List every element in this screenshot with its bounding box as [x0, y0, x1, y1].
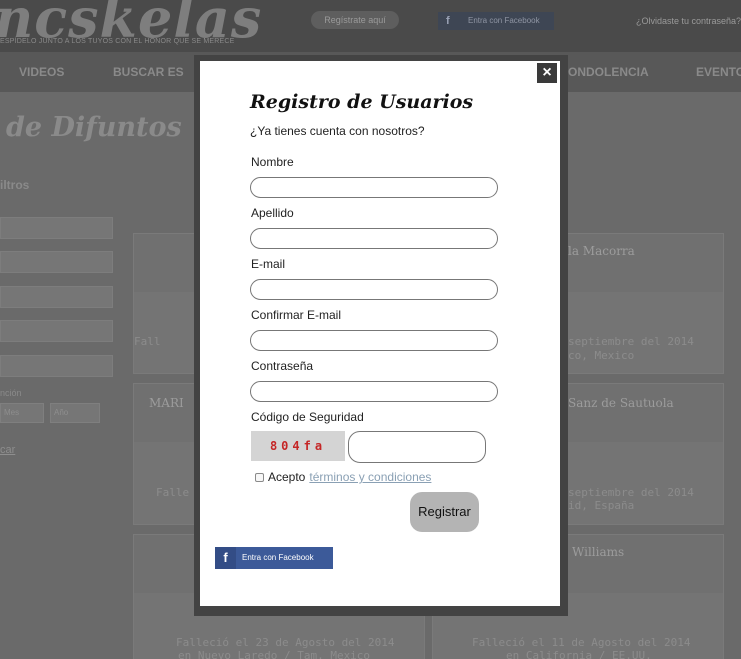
- card-name: MARI: [149, 396, 184, 410]
- filter-field[interactable]: [0, 251, 113, 273]
- register-button[interactable]: Registrar: [410, 492, 479, 532]
- card-date: septiembre del 2014: [568, 335, 694, 348]
- filter-field[interactable]: [0, 217, 113, 239]
- header-facebook-label: Entra con Facebook: [468, 16, 540, 25]
- card-name: Sanz de Sautuola: [568, 396, 674, 410]
- register-link[interactable]: Regístrate aquí: [311, 11, 399, 29]
- password-input[interactable]: [250, 381, 498, 402]
- card-place: en California / EE.UU.: [506, 649, 652, 659]
- email-label: E-mail: [251, 257, 286, 271]
- nav-item-condolencia[interactable]: ONDOLENCIA: [568, 65, 649, 79]
- card-place: en Nuevo Laredo / Tam, Mexico: [178, 649, 371, 659]
- nav-item-buscar[interactable]: BUSCAR ES: [113, 65, 184, 79]
- forgot-password-link[interactable]: ¿Olvidaste tu contraseña?: [636, 16, 741, 26]
- facebook-icon: f: [215, 547, 236, 569]
- card-date: Fall: [134, 335, 161, 348]
- header-facebook-login-button[interactable]: f Entra con Facebook: [438, 12, 554, 30]
- month-select[interactable]: Mes: [0, 403, 44, 423]
- nav-item-videos[interactable]: VIDEOS: [19, 65, 64, 79]
- captcha-input[interactable]: [348, 431, 486, 463]
- confirm-email-input[interactable]: [250, 330, 498, 351]
- year-select[interactable]: Año: [50, 403, 100, 423]
- filters-title: iltros: [0, 178, 30, 192]
- card-name: la Macorra: [568, 244, 635, 258]
- filter-label: nción: [0, 388, 22, 398]
- site-header: ncskelas ESPÍDELO JUNTO A LOS TUYOS CON …: [0, 0, 741, 52]
- filter-field[interactable]: [0, 320, 113, 342]
- terms-prefix: Acepto: [268, 470, 306, 484]
- page-title: de Difuntos: [6, 112, 182, 143]
- card-place: id, España: [568, 499, 635, 512]
- email-input[interactable]: [250, 279, 498, 300]
- card-date: Falleció el 23 de Agosto del 2014: [176, 636, 395, 649]
- apellido-input[interactable]: [250, 228, 498, 249]
- filter-field[interactable]: [0, 355, 113, 377]
- nav-item-eventos[interactable]: EVENTO: [696, 65, 741, 79]
- nombre-label: Nombre: [251, 155, 294, 169]
- site-tagline: ESPÍDELO JUNTO A LOS TUYOS CON EL HONOR …: [0, 38, 235, 45]
- card-name: Williams: [572, 545, 625, 559]
- search-link[interactable]: car: [0, 444, 15, 456]
- facebook-login-label: Entra con Facebook: [242, 553, 314, 562]
- terms-row: Acepto términos y condiciones: [255, 470, 431, 484]
- card-place: co, Mexico: [568, 349, 635, 362]
- filter-field[interactable]: [0, 286, 113, 308]
- confirm-email-label: Confirmar E-mail: [251, 308, 342, 322]
- close-icon[interactable]: ×: [537, 63, 557, 83]
- card-date: Falleció el 11 de Agosto del 2014: [472, 636, 691, 649]
- apellido-label: Apellido: [251, 206, 294, 220]
- terms-link[interactable]: términos y condiciones: [309, 470, 431, 484]
- facebook-login-button[interactable]: f Entra con Facebook: [215, 547, 333, 569]
- facebook-icon: f: [446, 15, 450, 27]
- card-date: Falle: [156, 486, 190, 499]
- modal-title: Registro de Usuarios: [250, 91, 474, 113]
- nombre-input[interactable]: [250, 177, 498, 198]
- card-date: septiembre del 2014: [568, 486, 694, 499]
- terms-checkbox[interactable]: [255, 472, 264, 482]
- password-label: Contraseña: [251, 359, 314, 373]
- captcha-image: 804fa: [251, 431, 345, 461]
- login-prompt-link[interactable]: ¿Ya tienes cuenta con nosotros?: [250, 124, 425, 138]
- security-code-label: Código de Seguridad: [251, 410, 364, 424]
